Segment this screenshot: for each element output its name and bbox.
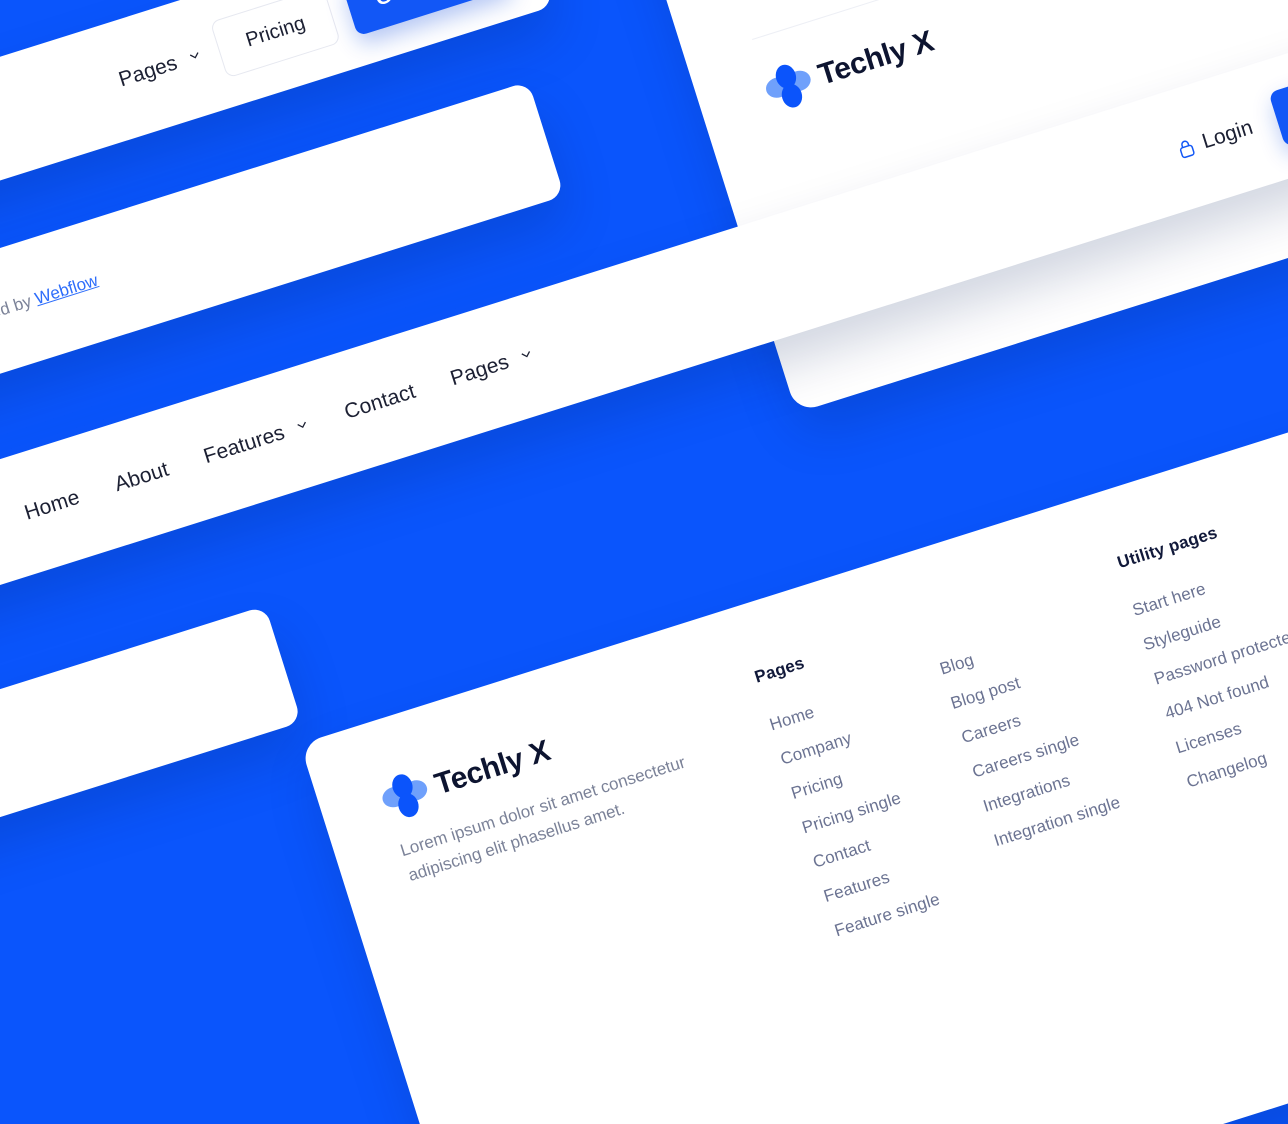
webflow-link[interactable]: Webflow [33,271,101,309]
lock-icon [1179,140,1195,159]
get-started-button[interactable]: Get started [1268,43,1288,147]
brand-name: Techly X [430,734,555,802]
nav-item-pages[interactable]: Pages [116,44,205,93]
nav-item-pages[interactable]: Pages [448,343,537,392]
nav-item-pages-label: Pages [447,350,512,391]
footer-about: Techly X Lorem ipsum dolor sit amet cons… [379,683,728,890]
footer-column-heading: Pages [752,653,807,687]
footer-bottom-column-utility: Utility pages Start here Styleguide Pass… [1115,508,1288,842]
footer-column-heading: Utility pages [1115,522,1220,573]
footer-bottom-columns: Pages Home Company Pricing Pricing singl… [751,505,1288,957]
chevron-down-icon [190,52,199,59]
nav-item-features-label: Features [200,421,288,469]
chevron-down-icon [297,421,307,428]
nav-item-contact-label: Contact [341,379,419,424]
nav-item-home[interactable]: Home [22,486,83,526]
mockup-stage: Pages Home Company Pricing Pricing singl… [0,0,1288,1124]
nav-item-features[interactable]: Features [201,413,313,469]
nav-item-about[interactable]: About [112,458,172,498]
brand-name: Techly X [814,24,938,92]
nav-item-pages-label: Pages [115,51,181,92]
navbar-links: Home About Features Contact Pages [22,343,537,526]
credit-middle: - Powered by [0,291,34,340]
nav-item-contact[interactable]: Contact [342,380,419,425]
credit-text: Designed by BRIX Templates - Powered by … [0,271,100,409]
nav-item-home-label: Home [21,485,83,525]
chevron-down-icon [521,351,531,358]
get-started-button[interactable]: Get started [340,0,513,36]
blank-card-fragment [0,605,302,885]
footer-card-bottom: Techly X Lorem ipsum dolor sit amet cons… [300,398,1288,1124]
techly-x-logo-mark-icon [763,60,816,113]
footer-bottom-column-pages: Pages Home Company Pricing Pricing singl… [752,636,947,957]
techly-x-logo-mark-icon [379,769,432,822]
pricing-button[interactable]: Pricing [209,0,342,78]
nav-item-about-label: About [111,457,172,497]
login-label: Login [1199,115,1256,154]
footer-bottom-column-blog: Blog Blog post Careers Careers single In… [923,575,1139,902]
login-link[interactable]: Login [1174,116,1256,163]
footer-bottom-inner: Techly X Lorem ipsum dolor sit amet cons… [379,475,1288,1074]
